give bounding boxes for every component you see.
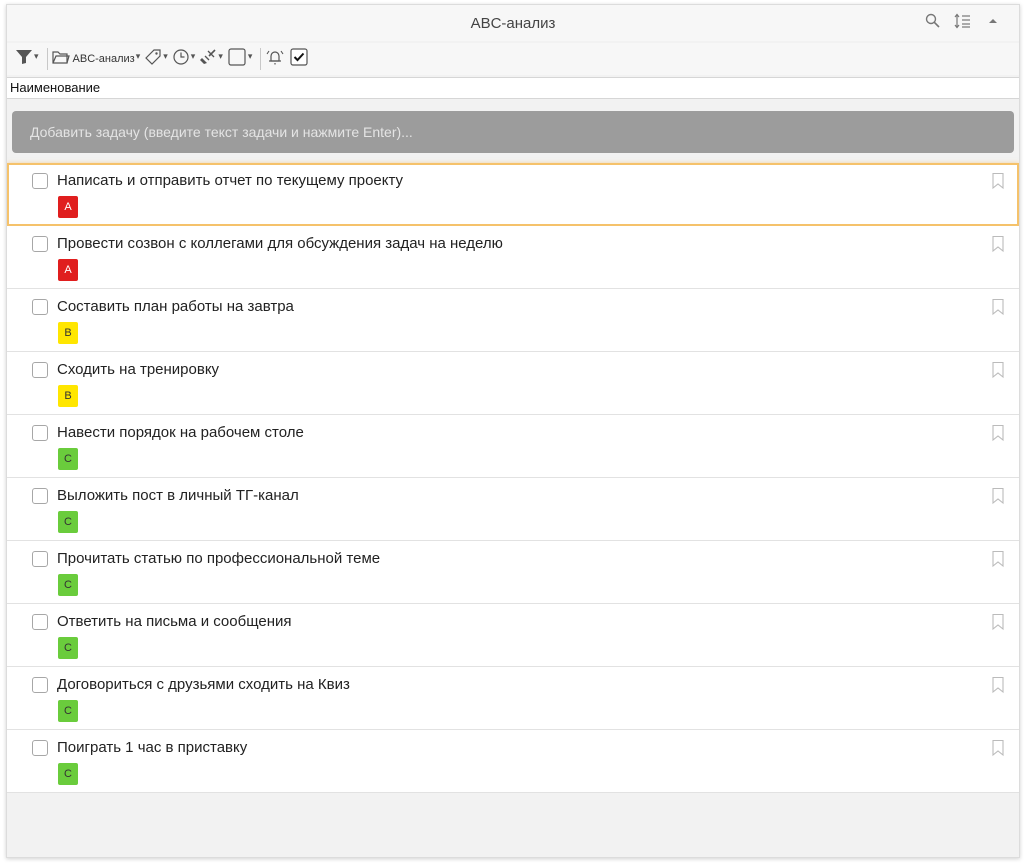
title-actions — [923, 11, 1003, 31]
task-list: Написать и отправить отчет по текущему п… — [7, 163, 1019, 793]
chevron-down-icon: ▾ — [218, 50, 223, 61]
search-icon[interactable] — [923, 11, 943, 31]
square-button[interactable]: ▾ — [227, 47, 253, 72]
chevron-down-icon: ▾ — [135, 50, 141, 61]
task-row[interactable]: Прочитать статью по профессиональной тем… — [7, 541, 1019, 604]
toolbar: ▾ ABC-анализ ▾ ▾ ▾ ▾ ▾ — [7, 43, 1019, 75]
brush-icon — [199, 48, 217, 71]
task-checkbox[interactable] — [32, 362, 48, 378]
folder-icon — [51, 49, 70, 70]
sort-icon[interactable] — [953, 11, 973, 31]
task-checkbox[interactable] — [32, 740, 48, 756]
task-checkbox[interactable] — [32, 236, 48, 252]
priority-badge: B — [58, 385, 78, 407]
task-row[interactable]: Провести созвон с коллегами для обсужден… — [7, 226, 1019, 289]
collapse-icon[interactable] — [983, 11, 1003, 31]
bookmark-icon[interactable] — [991, 298, 1005, 316]
chevron-down-icon: ▾ — [247, 50, 253, 61]
task-title: Прочитать статью по профессиональной тем… — [57, 550, 381, 567]
window-title: ABC-анализ — [470, 15, 556, 32]
chevron-down-icon: ▾ — [190, 50, 196, 61]
tag-button[interactable]: ▾ — [144, 47, 168, 71]
task-row[interactable]: Сходить на тренировку B — [7, 352, 1019, 415]
clock-icon — [172, 48, 190, 71]
task-checkbox[interactable] — [32, 173, 48, 189]
brush-button[interactable]: ▾ — [199, 47, 223, 71]
alarm-button[interactable] — [265, 47, 285, 71]
chevron-down-icon: ▾ — [34, 50, 39, 61]
task-row[interactable]: Составить план работы на завтра B — [7, 289, 1019, 352]
app-window: ABC-анализ ▾ ABC-анализ ▾ ▾ ▾ ▾ ▾ Наимен… — [6, 4, 1020, 858]
tag-icon — [144, 48, 162, 71]
task-title: Договориться с друзьями сходить на Квиз — [57, 676, 350, 693]
task-title: Выложить пост в личный ТГ-канал — [57, 487, 299, 504]
completed-toggle[interactable] — [289, 47, 309, 71]
folder-label: ABC-анализ — [72, 53, 135, 65]
clock-button[interactable]: ▾ — [172, 47, 196, 71]
bookmark-icon[interactable] — [991, 424, 1005, 442]
task-row[interactable]: Навести порядок на рабочем столе C — [7, 415, 1019, 478]
task-checkbox[interactable] — [32, 488, 48, 504]
bell-icon — [265, 48, 285, 71]
task-title: Сходить на тренировку — [57, 361, 220, 378]
priority-badge: C — [58, 637, 78, 659]
priority-badge: B — [58, 322, 78, 344]
bookmark-icon[interactable] — [991, 361, 1005, 379]
priority-badge: C — [58, 511, 78, 533]
toolbar-divider — [46, 48, 48, 70]
filter-button[interactable]: ▾ — [15, 47, 39, 71]
task-checkbox[interactable] — [32, 614, 48, 630]
bookmark-icon[interactable] — [991, 613, 1005, 631]
task-title: Поиграть 1 час в приставку — [57, 739, 248, 756]
bookmark-icon[interactable] — [991, 550, 1005, 568]
priority-badge: C — [58, 700, 78, 722]
toolbar-divider — [260, 48, 262, 70]
filter-icon — [15, 48, 33, 71]
checkmark-icon — [289, 47, 309, 72]
task-checkbox[interactable] — [32, 677, 48, 693]
add-task-input[interactable] — [12, 111, 1014, 153]
task-checkbox[interactable] — [32, 425, 48, 441]
bookmark-icon[interactable] — [991, 739, 1005, 757]
task-title: Провести созвон с коллегами для обсужден… — [57, 235, 503, 252]
task-title: Навести порядок на рабочем столе — [57, 424, 304, 441]
bookmark-icon[interactable] — [991, 676, 1005, 694]
bookmark-icon[interactable] — [991, 172, 1005, 190]
priority-badge: C — [58, 448, 78, 470]
priority-badge: C — [58, 574, 78, 596]
task-row[interactable]: Договориться с друзьями сходить на Квиз … — [7, 667, 1019, 730]
chevron-down-icon: ▾ — [163, 50, 168, 61]
task-row[interactable]: Выложить пост в личный ТГ-канал C — [7, 478, 1019, 541]
folder-button[interactable]: ABC-анализ ▾ — [51, 47, 141, 71]
task-title: Составить план работы на завтра — [57, 298, 294, 315]
task-checkbox[interactable] — [32, 551, 48, 567]
task-row[interactable]: Поиграть 1 час в приставку C — [7, 730, 1019, 793]
priority-badge: A — [58, 259, 78, 281]
task-title: Ответить на письма и сообщения — [57, 613, 292, 630]
task-checkbox[interactable] — [32, 299, 48, 315]
task-title: Написать и отправить отчет по текущему п… — [57, 172, 404, 189]
priority-badge: C — [58, 763, 78, 785]
bookmark-icon[interactable] — [991, 235, 1005, 253]
priority-badge: A — [58, 196, 78, 218]
task-row[interactable]: Написать и отправить отчет по текущему п… — [7, 163, 1019, 226]
task-row[interactable]: Ответить на письма и сообщения C — [7, 604, 1019, 667]
bookmark-icon[interactable] — [991, 487, 1005, 505]
column-header-name[interactable]: Наименование — [7, 77, 1019, 99]
title-bar: ABC-анализ — [7, 5, 1019, 41]
square-icon — [227, 47, 247, 72]
